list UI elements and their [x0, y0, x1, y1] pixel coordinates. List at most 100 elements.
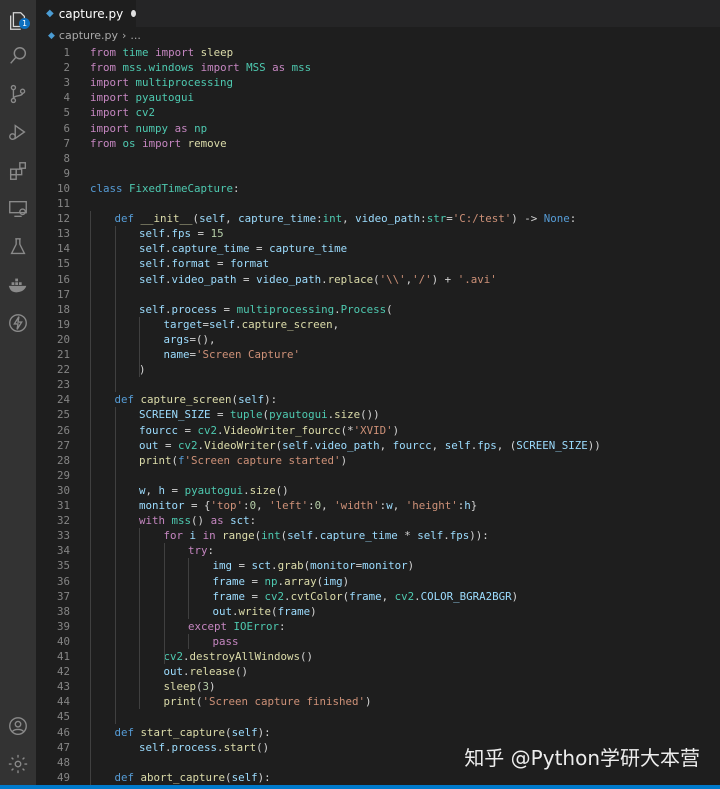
code-token: fps	[449, 529, 470, 543]
code-line[interactable]: 3 import multiprocessing	[36, 75, 720, 90]
code-token: np	[264, 574, 278, 588]
code-token: =	[165, 483, 185, 497]
code-token: self	[282, 438, 309, 452]
code-line[interactable]: 25 SCREEN_SIZE = tuple(pyautogui.size())	[36, 407, 720, 422]
code-text: monitor = {'top':0, 'left':0, 'width':w,…	[139, 498, 477, 513]
code-token: int	[261, 529, 281, 543]
code-text: self.process.start()	[139, 740, 269, 755]
code-token: remove	[187, 136, 227, 150]
line-number: 31	[56, 499, 70, 512]
code-line[interactable]: 10 class FixedTimeCapture:	[36, 181, 720, 196]
code-text: print('Screen capture finished')	[164, 694, 372, 709]
code-text: target=self.capture_screen,	[164, 317, 340, 332]
line-number: 14	[56, 242, 70, 256]
code-token: def	[114, 725, 135, 739]
code-token: 15	[210, 227, 224, 241]
code-token: = {	[184, 499, 211, 512]
code-token: 'Screen capture started'	[184, 453, 341, 467]
code-line[interactable]: 13 self.fps = 15	[36, 226, 720, 241]
code-token: frame	[277, 604, 311, 618]
code-token: :	[207, 544, 215, 558]
chevron-right-icon: ›	[122, 29, 127, 42]
code-line[interactable]: 28 print(f'Screen capture started')	[36, 453, 720, 468]
code-line[interactable]: 49 def abort_capture(self):	[36, 770, 720, 785]
breadcrumb-file[interactable]: capture.py	[59, 27, 118, 44]
code-token: SCREEN_SIZE	[516, 438, 588, 452]
code-line[interactable]: 1 from time import sleep	[36, 45, 720, 60]
code-text: fourcc = cv2.VideoWriter_fourcc(*'XVID')	[139, 423, 399, 438]
code-line[interactable]: 12 def __init__(self, capture_time:int, v…	[36, 211, 720, 226]
code-line[interactable]: 18 self.process = multiprocessing.Process…	[36, 302, 720, 317]
code-line[interactable]: 6 import numpy as np	[36, 121, 720, 136]
code-token: , (	[496, 438, 517, 452]
code-token: import	[90, 91, 130, 105]
code-token: video_path	[256, 272, 322, 286]
remote-explorer-icon[interactable]	[0, 194, 36, 224]
code-token: fps	[477, 438, 497, 452]
settings-gear-icon[interactable]	[0, 749, 36, 779]
code-token: format	[230, 257, 270, 271]
code-token: self	[199, 212, 226, 226]
breadcrumb-more[interactable]: ...	[130, 27, 141, 44]
code-text: img = sct.grab(monitor=monitor)	[213, 558, 415, 573]
search-icon[interactable]	[0, 41, 36, 71]
code-line[interactable]: 17	[36, 287, 720, 302]
line-number: 36	[56, 574, 70, 588]
testing-icon[interactable]	[0, 232, 36, 262]
tab-capture-py[interactable]: ◆ capture.py	[36, 0, 136, 27]
code-text: out.release()	[164, 664, 249, 679]
code-token: VideoWriter	[204, 438, 276, 452]
code-token: =	[249, 242, 270, 256]
run-debug-icon[interactable]	[0, 117, 36, 147]
line-number: 22	[56, 363, 70, 377]
code-line[interactable]: 31 monitor = {'top':0, 'left':0, 'width':…	[36, 498, 720, 513]
code-line[interactable]: 32 with mss() as sct:	[36, 513, 720, 528]
code-line[interactable]: 8	[36, 151, 720, 166]
code-token: destroyAllWindows	[189, 650, 301, 663]
code-line[interactable]: 15 self.format = format	[36, 256, 720, 271]
code-text: cv2.destroyAllWindows()	[164, 649, 314, 664]
code-token: out	[163, 665, 184, 679]
line-number: 2	[63, 61, 70, 75]
code-line[interactable]: 9	[36, 166, 720, 181]
code-line[interactable]: 5 import cv2	[36, 105, 720, 120]
code-token: import	[200, 61, 240, 75]
code-line[interactable]: 4 import pyautogui	[36, 90, 720, 105]
code-token: video_path	[171, 272, 237, 286]
docker-icon[interactable]	[0, 270, 36, 300]
account-icon[interactable]	[0, 711, 36, 741]
indent-guide	[90, 211, 91, 785]
code-line[interactable]: 11	[36, 196, 720, 211]
code-token: def	[114, 770, 135, 784]
unsaved-dot-icon[interactable]	[131, 10, 136, 17]
line-number: 4	[63, 91, 70, 105]
code-line[interactable]: 24 def capture_screen(self):	[36, 392, 720, 407]
code-line[interactable]: 29	[36, 468, 720, 483]
code-token: print	[163, 695, 197, 709]
code-line[interactable]: 14 self.capture_time = capture_time	[36, 241, 720, 256]
code-token: COLOR_BGRA2BGR	[420, 589, 512, 603]
code-text: print(f'Screen capture started')	[139, 453, 347, 468]
code-line[interactable]: 27 out = cv2.VideoWriter(self.video_path,…	[36, 438, 720, 453]
code-line[interactable]: 16 self.video_path = video_path.replace('…	[36, 272, 720, 287]
code-token: video_path	[355, 212, 421, 226]
line-number: 48	[56, 755, 70, 769]
code-token: =	[210, 257, 231, 271]
code-line[interactable]: 45	[36, 709, 720, 724]
code-token: from	[90, 61, 117, 75]
line-number: 32	[56, 514, 70, 528]
line-number: 16	[56, 272, 70, 286]
code-line[interactable]: 2 from mss.windows import MSS as mss	[36, 60, 720, 75]
code-token: ):	[264, 393, 278, 407]
code-text: import pyautogui	[90, 90, 194, 105]
code-line[interactable]: 26 fourcc = cv2.VideoWriter_fourcc(*'XVID…	[36, 423, 720, 438]
lightning-icon[interactable]	[0, 308, 36, 338]
code-line[interactable]: 30 w, h = pyautogui.size()	[36, 483, 720, 498]
code-line[interactable]: 23	[36, 377, 720, 392]
explorer-icon[interactable]	[0, 6, 36, 36]
code-editor[interactable]: 1 from time import sleep 2 from mss.windows…	[36, 44, 720, 789]
code-line[interactable]: 7 from os import remove	[36, 136, 720, 151]
extensions-icon[interactable]	[0, 156, 36, 186]
source-control-icon[interactable]	[0, 79, 36, 109]
code-line[interactable]: 46 def start_capture(self):	[36, 725, 720, 740]
